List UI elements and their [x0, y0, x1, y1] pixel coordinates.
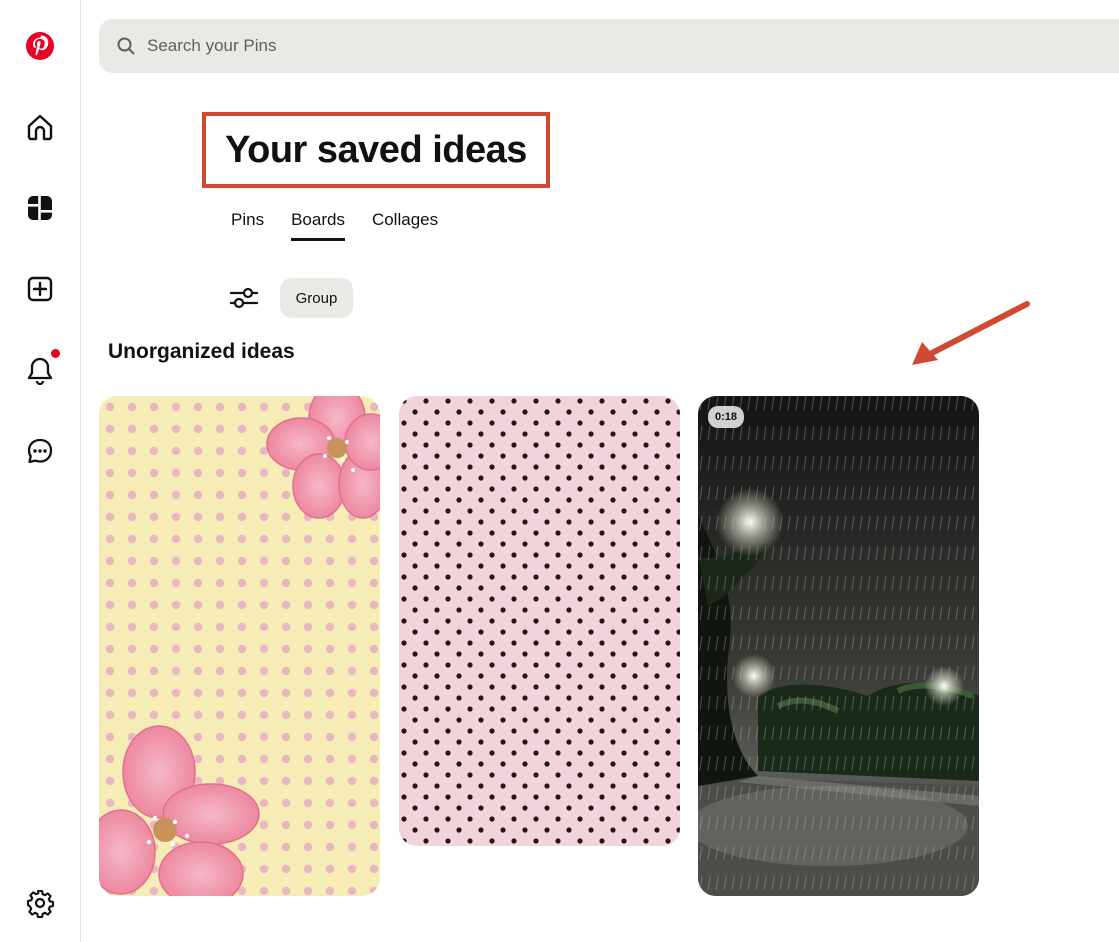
home-button[interactable] [16, 103, 64, 151]
home-icon [27, 114, 53, 141]
floral-pattern-image [99, 396, 380, 896]
pinterest-logo[interactable] [16, 22, 64, 70]
video-pin-card[interactable]: 0:18 [698, 396, 979, 896]
video-duration-badge: 0:18 [708, 406, 745, 428]
search-icon [117, 37, 135, 55]
settings-button[interactable] [16, 879, 64, 927]
create-icon [27, 276, 53, 302]
search-bar[interactable] [99, 19, 1119, 73]
tab-boards[interactable]: Boards [291, 210, 345, 241]
sliders-icon[interactable] [229, 285, 259, 311]
tab-bar: Pins Boards Collages [231, 210, 438, 241]
pin-card[interactable] [99, 396, 380, 896]
gear-icon [26, 889, 55, 918]
pin-card[interactable] [399, 396, 680, 846]
explore-button[interactable] [16, 184, 64, 232]
polka-dot-image [399, 396, 680, 846]
chat-icon [27, 438, 53, 464]
title-highlight-box: Your saved ideas [202, 112, 550, 188]
group-button[interactable]: Group [280, 278, 353, 318]
section-title: Unorganized ideas [108, 340, 295, 363]
messages-button[interactable] [16, 427, 64, 475]
notifications-button[interactable] [16, 346, 64, 394]
annotation-arrow-icon [912, 301, 1030, 365]
create-button[interactable] [16, 265, 64, 313]
pinterest-logo-icon [26, 32, 54, 60]
explore-icon [28, 196, 52, 220]
page-title: Your saved ideas [225, 128, 527, 171]
sidebar [0, 0, 81, 942]
rainy-street-image [698, 396, 979, 896]
bell-icon [27, 357, 53, 385]
tab-collages[interactable]: Collages [372, 210, 438, 241]
search-input[interactable] [145, 35, 949, 57]
unread-dot [51, 349, 60, 358]
tab-pins[interactable]: Pins [231, 210, 264, 241]
